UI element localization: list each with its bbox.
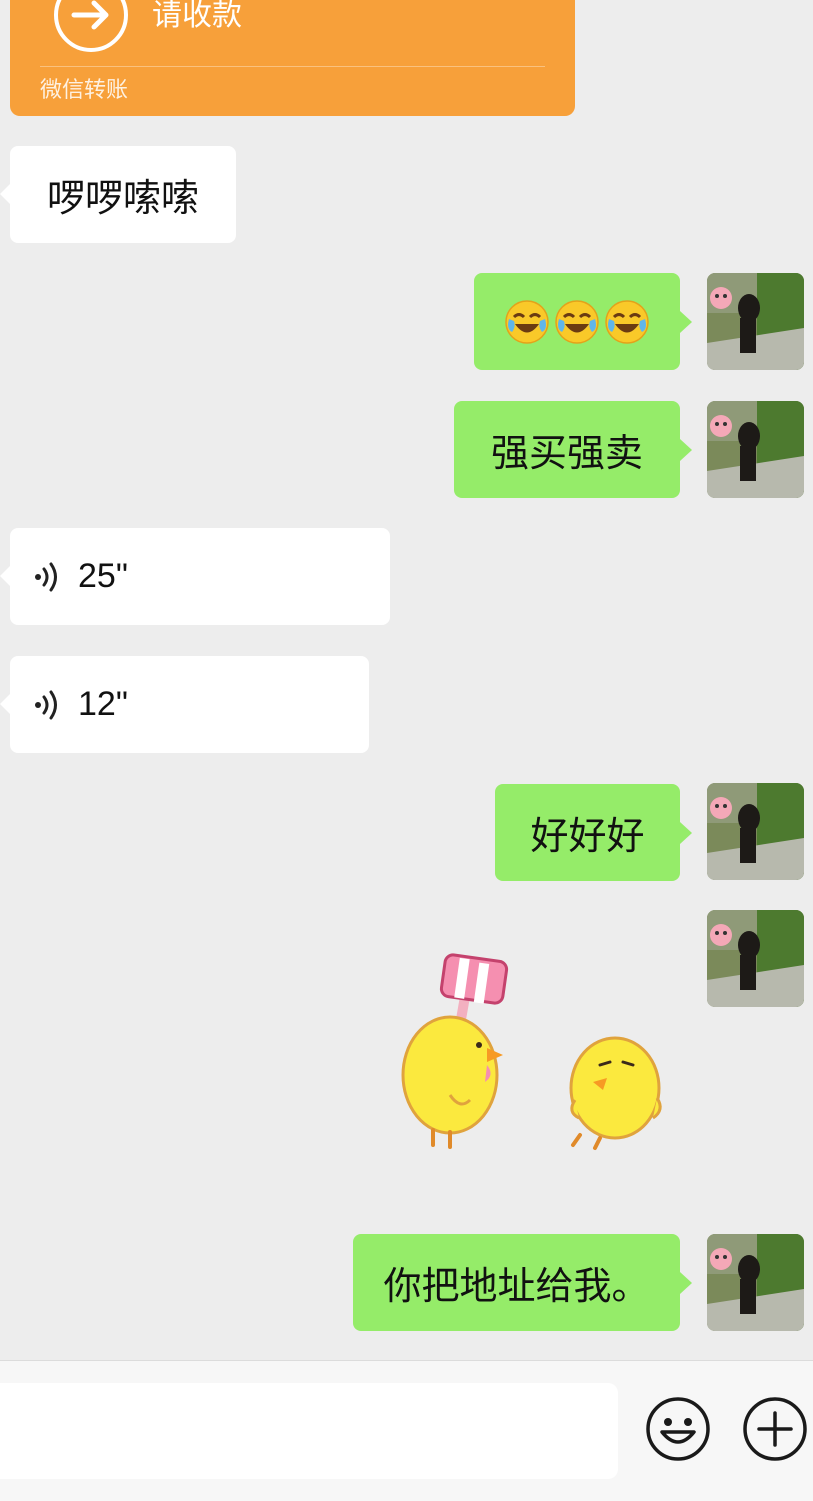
voice-duration: 25": [78, 557, 128, 595]
tears-of-joy-emoji-icon: [555, 299, 599, 344]
message-text: 啰啰嗦嗦: [46, 176, 199, 220]
voice-wave-icon: [35, 562, 57, 591]
message-input[interactable]: [0, 1383, 618, 1479]
message-text: 强买强卖: [490, 431, 643, 475]
avatar-photo-icon: [707, 401, 804, 498]
input-bar: [0, 1360, 813, 1501]
avatar-photo-icon: [707, 910, 804, 1007]
transfer-divider: [40, 66, 545, 67]
message-bubble-incoming[interactable]: 啰啰嗦嗦: [0, 146, 236, 243]
transfer-subtitle: 微信转账: [40, 78, 129, 103]
avatar-photo-icon: [707, 1234, 804, 1331]
voice-wave-icon: [35, 690, 57, 719]
voice-message-bubble[interactable]: 12": [0, 656, 369, 753]
avatar-photo-icon: [707, 783, 804, 880]
transfer-title: 请收款: [152, 0, 242, 33]
message-text: 好好好: [530, 814, 645, 858]
two-yellow-chicks-sticker-icon[interactable]: [395, 950, 675, 1160]
avatar[interactable]: [707, 273, 804, 370]
voice-message-bubble[interactable]: 25": [0, 528, 390, 625]
avatar[interactable]: [707, 1234, 804, 1331]
message-bubble-outgoing[interactable]: [474, 273, 692, 370]
avatar[interactable]: [707, 910, 804, 1007]
smiley-icon[interactable]: [645, 1396, 711, 1462]
arrow-right-circle-icon: [54, 0, 128, 52]
message-bubble-outgoing[interactable]: 你把地址给我。: [353, 1234, 692, 1331]
avatar[interactable]: [707, 783, 804, 880]
transfer-card[interactable]: 请收款 微信转账: [10, 0, 575, 116]
avatar-photo-icon: [707, 273, 804, 370]
tears-of-joy-emoji-icon: [505, 299, 549, 344]
tears-of-joy-emoji-icon: [605, 299, 649, 344]
message-text: 你把地址给我。: [383, 1264, 650, 1308]
chat-area[interactable]: 请收款 微信转账 啰啰嗦嗦 强买强卖 25" 12" 好好好 你把地址给我。: [0, 0, 813, 1360]
voice-duration: 12": [78, 685, 128, 723]
avatar[interactable]: [707, 401, 804, 498]
message-bubble-outgoing[interactable]: 强买强卖: [454, 401, 692, 498]
message-bubble-outgoing[interactable]: 好好好: [495, 784, 692, 881]
plus-circle-icon[interactable]: [742, 1396, 808, 1462]
